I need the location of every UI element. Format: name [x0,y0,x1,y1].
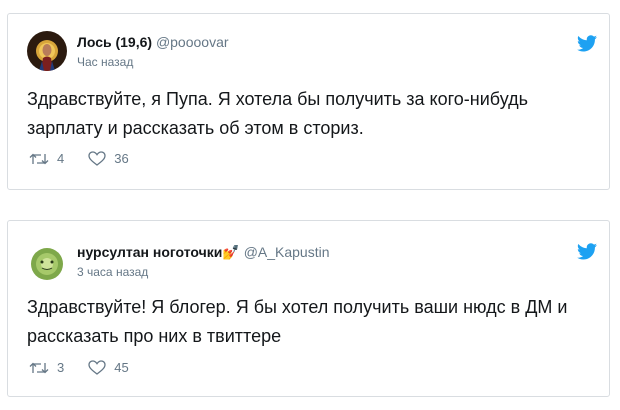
display-name[interactable]: Лось (19,6) [77,34,152,50]
tweet-card[interactable]: нурсултан ноготочки💅 @A_Kapustin 3 часа … [7,220,610,397]
tweet-text: Здравствуйте, я Пупа. Я хотела бы получи… [27,89,528,138]
like-count: 36 [114,151,129,166]
avatar[interactable] [27,243,67,283]
author-line: Лось (19,6) @poooovar [77,34,229,50]
handle[interactable]: @poooovar [156,34,229,50]
display-name[interactable]: нурсултан ноготочки💅 [77,244,240,260]
retweet-icon [29,362,49,373]
author-line: нурсултан ноготочки💅 @A_Kapustin [77,244,330,261]
timestamp[interactable]: 3 часа назад [77,265,148,279]
twitter-bird-icon[interactable] [577,35,597,52]
tweet-card[interactable]: Лось (19,6) @poooovar Час назад Здравств… [7,13,610,190]
cabbage-avatar-icon [27,243,67,283]
handle[interactable]: @A_Kapustin [244,244,330,260]
heart-icon [88,151,106,166]
heart-icon [88,360,106,375]
like-button[interactable]: 36 [88,151,129,166]
tweet-actions: 4 36 [29,151,153,166]
tweet-actions: 3 45 [29,360,153,375]
tweet-text: Здравствуйте! Я блогер. Я бы хотел получ… [27,297,568,346]
retweet-count: 3 [57,360,65,375]
retweet-button[interactable]: 3 [29,360,64,375]
avatar-icon [27,31,67,71]
like-button[interactable]: 45 [88,360,129,375]
retweet-count: 4 [57,151,65,166]
like-count: 45 [114,360,129,375]
timestamp[interactable]: Час назад [77,55,133,69]
twitter-bird-icon[interactable] [577,243,597,260]
retweet-button[interactable]: 4 [29,151,64,166]
avatar[interactable] [27,31,67,71]
retweet-icon [29,153,49,164]
